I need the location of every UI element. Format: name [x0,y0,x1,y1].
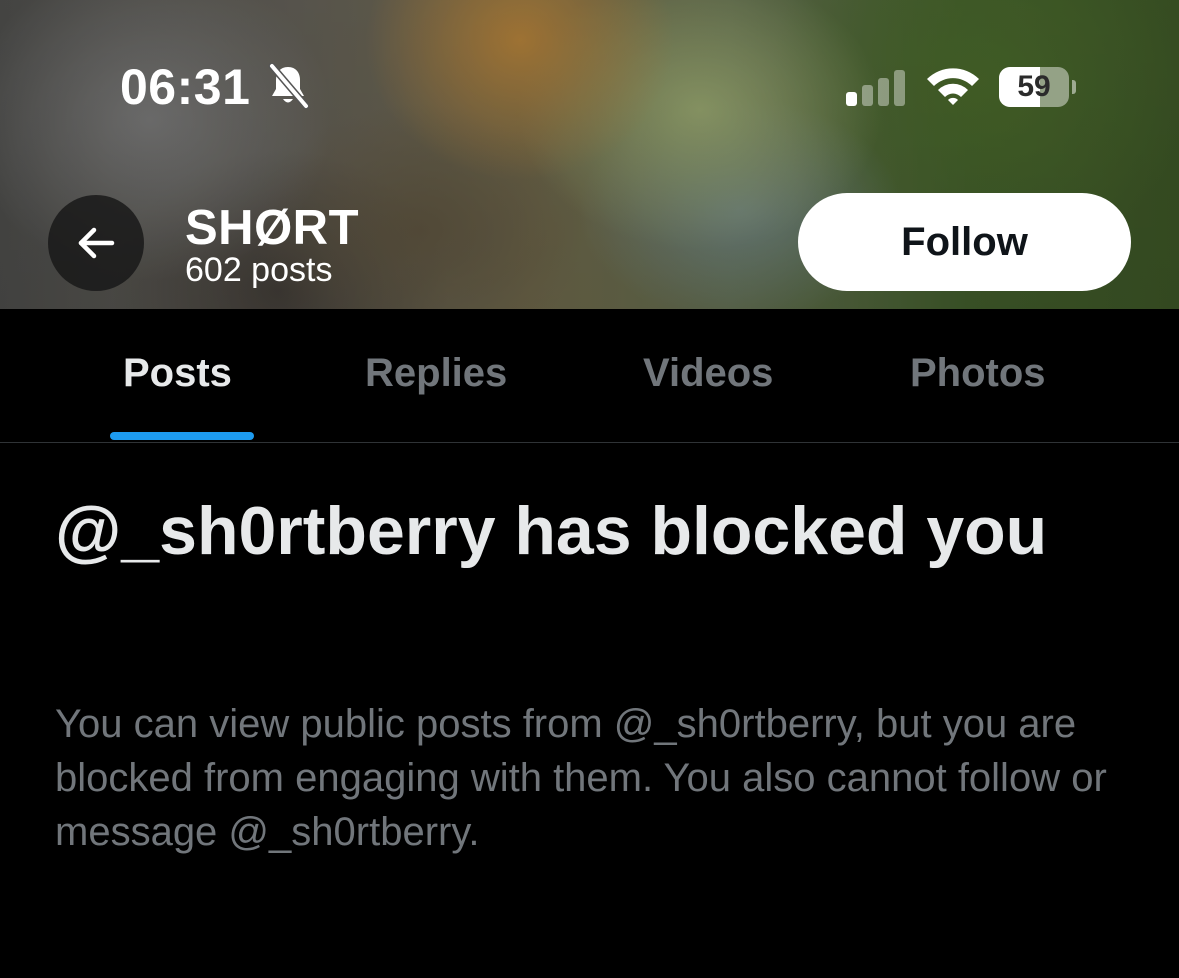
profile-banner: 06:31 59 SHØRT 602 posts Follow [0,0,1179,309]
battery-body: 59 [999,67,1069,107]
battery-tip [1072,80,1076,94]
tab-posts[interactable]: Posts [123,351,232,396]
cellular-signal-icon [846,70,905,106]
profile-screen: 06:31 59 SHØRT 602 posts Follow Posts Re… [0,0,1179,978]
profile-tabs: Posts Replies Videos Photos [0,309,1179,443]
profile-name: SHØRT [185,201,359,255]
blocked-title: @_sh0rtberry has blocked you [55,493,1048,569]
battery-icon: 59 [999,67,1076,107]
tab-photos[interactable]: Photos [910,351,1046,396]
arrow-left-icon [78,227,115,259]
status-time: 06:31 [120,59,251,115]
active-tab-indicator [110,432,254,440]
bell-slash-icon [268,63,309,109]
blocked-description: You can view public posts from @_sh0rtbe… [55,702,1107,854]
battery-level: 59 [1017,70,1051,103]
back-button[interactable] [48,195,144,291]
tab-videos[interactable]: Videos [643,351,773,396]
tab-replies[interactable]: Replies [365,351,507,396]
follow-button[interactable]: Follow [798,193,1131,291]
wifi-icon [927,68,979,105]
post-count: 602 posts [185,251,333,289]
